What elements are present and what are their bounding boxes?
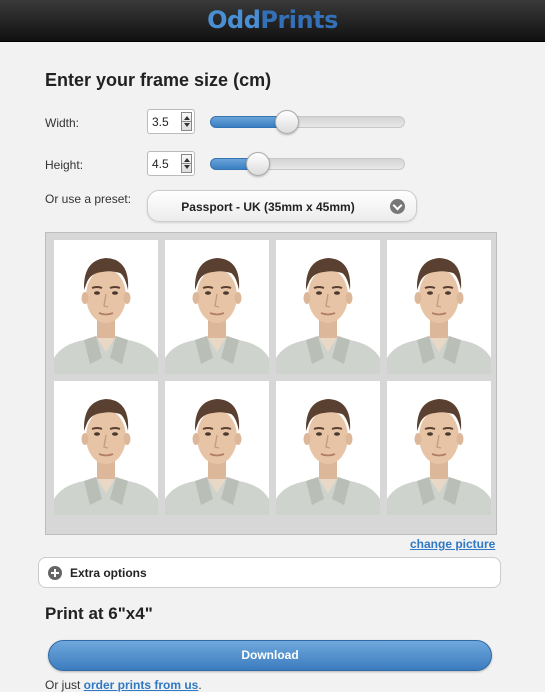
preset-select[interactable]: Passport - UK (35mm x 45mm) — [147, 190, 417, 222]
passport-photo — [54, 240, 158, 374]
logo-odd: Odd — [207, 6, 261, 34]
main-content: Enter your frame size (cm) Width: 3.5 He… — [0, 43, 545, 692]
increment-arrow-icon[interactable] — [184, 116, 190, 120]
order-prints-link[interactable]: order prints from us — [84, 678, 199, 692]
chevron-down-icon — [390, 199, 405, 214]
top-bar: OddPrints — [0, 0, 545, 42]
spinner-divider — [182, 121, 191, 122]
width-label: Width: — [45, 116, 80, 130]
decrement-arrow-icon[interactable] — [184, 165, 190, 169]
oddprints-logo[interactable]: OddPrints — [207, 6, 338, 34]
height-label: Height: — [45, 158, 84, 172]
increment-arrow-icon[interactable] — [184, 158, 190, 162]
height-spinner[interactable]: 4.5 — [147, 151, 195, 176]
preset-selected-value: Passport - UK (35mm x 45mm) — [181, 200, 355, 214]
logo-prints: Prints — [260, 6, 338, 34]
height-value: 4.5 — [152, 157, 169, 171]
download-button[interactable]: Download — [48, 640, 492, 671]
change-picture-link[interactable]: change picture — [410, 537, 495, 551]
decrement-arrow-icon[interactable] — [184, 123, 190, 127]
height-slider-handle[interactable] — [246, 152, 270, 176]
order-prints-note: Or just order prints from us. — [45, 678, 202, 692]
photo-preview-sheet — [45, 232, 497, 535]
extra-options-toggle[interactable]: Extra options — [38, 557, 501, 588]
passport-photo — [387, 381, 491, 515]
frame-size-heading: Enter your frame size (cm) — [45, 70, 272, 90]
footer-suffix: . — [198, 678, 202, 692]
passport-photo — [276, 381, 380, 515]
height-slider[interactable] — [210, 152, 405, 176]
extra-options-label: Extra options — [70, 566, 147, 580]
spinner-divider — [182, 163, 191, 164]
passport-photo — [54, 381, 158, 515]
footer-prefix: Or just — [45, 678, 84, 692]
passport-photo — [387, 240, 491, 374]
width-spinner[interactable]: 3.5 — [147, 109, 195, 134]
width-slider[interactable] — [210, 110, 405, 134]
width-value: 3.5 — [152, 115, 169, 129]
print-size-title: Print at 6"x4" — [45, 604, 153, 623]
width-spinner-arrows[interactable] — [181, 112, 192, 131]
width-slider-handle[interactable] — [275, 110, 299, 134]
height-spinner-arrows[interactable] — [181, 154, 192, 173]
passport-photo — [276, 240, 380, 374]
passport-photo — [165, 240, 269, 374]
passport-photo — [165, 381, 269, 515]
preset-label: Or use a preset: — [45, 192, 132, 206]
plus-circle-icon — [48, 566, 62, 580]
